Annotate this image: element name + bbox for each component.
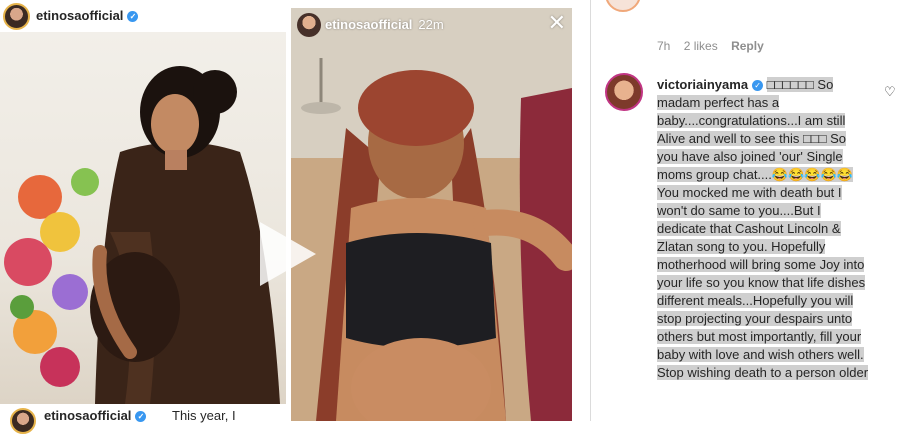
commenter-avatar[interactable] bbox=[605, 73, 643, 111]
post-caption-row: etinosaofficial ✓ This year, I bbox=[0, 406, 590, 434]
post-author-username[interactable]: etinosaofficial ✓ bbox=[36, 8, 139, 23]
comment-meta: 7h 2 likes Reply bbox=[657, 39, 774, 53]
verified-badge-icon: ✓ bbox=[135, 411, 147, 422]
caption-author-avatar[interactable] bbox=[10, 408, 36, 434]
close-icon[interactable]: ✕ bbox=[548, 12, 566, 34]
photo-illustration bbox=[4, 66, 280, 404]
story-author-avatar[interactable] bbox=[297, 13, 321, 37]
heart-icon[interactable]: ♡ bbox=[884, 84, 896, 100]
post-author-avatar[interactable] bbox=[3, 3, 30, 30]
play-icon[interactable] bbox=[260, 222, 316, 286]
story-timestamp: 22m bbox=[418, 17, 444, 32]
post-panel: etinosaofficial ✓ etinosaofficial 22m ✕ … bbox=[0, 0, 590, 434]
story-header: etinosaofficial 22m ✕ bbox=[291, 8, 572, 40]
previous-comment-avatar[interactable] bbox=[605, 0, 641, 12]
post-header: etinosaofficial ✓ bbox=[0, 0, 290, 32]
verified-badge-icon: ✓ bbox=[752, 80, 764, 91]
commenter-username[interactable]: victoriainyama bbox=[657, 77, 748, 92]
comment-text: □□□□□□ So madam perfect has a baby....co… bbox=[657, 77, 869, 380]
comments-panel: 7h 2 likes Reply victoriainyama ✓ □□□□□□ … bbox=[591, 0, 909, 421]
verified-badge-icon: ✓ bbox=[127, 11, 139, 22]
post-photo-pregnant-woman[interactable] bbox=[0, 32, 286, 404]
story-author-username[interactable]: etinosaofficial 22m bbox=[325, 17, 444, 32]
comment-likes[interactable]: 2 likes bbox=[684, 39, 718, 53]
reply-button[interactable]: Reply bbox=[731, 39, 764, 53]
comment-body: victoriainyama ✓ □□□□□□ So madam perfect … bbox=[657, 76, 869, 382]
story-video-frame[interactable]: etinosaofficial 22m ✕ bbox=[291, 8, 572, 421]
comment-time: 7h bbox=[657, 39, 671, 53]
story-illustration bbox=[291, 8, 572, 421]
